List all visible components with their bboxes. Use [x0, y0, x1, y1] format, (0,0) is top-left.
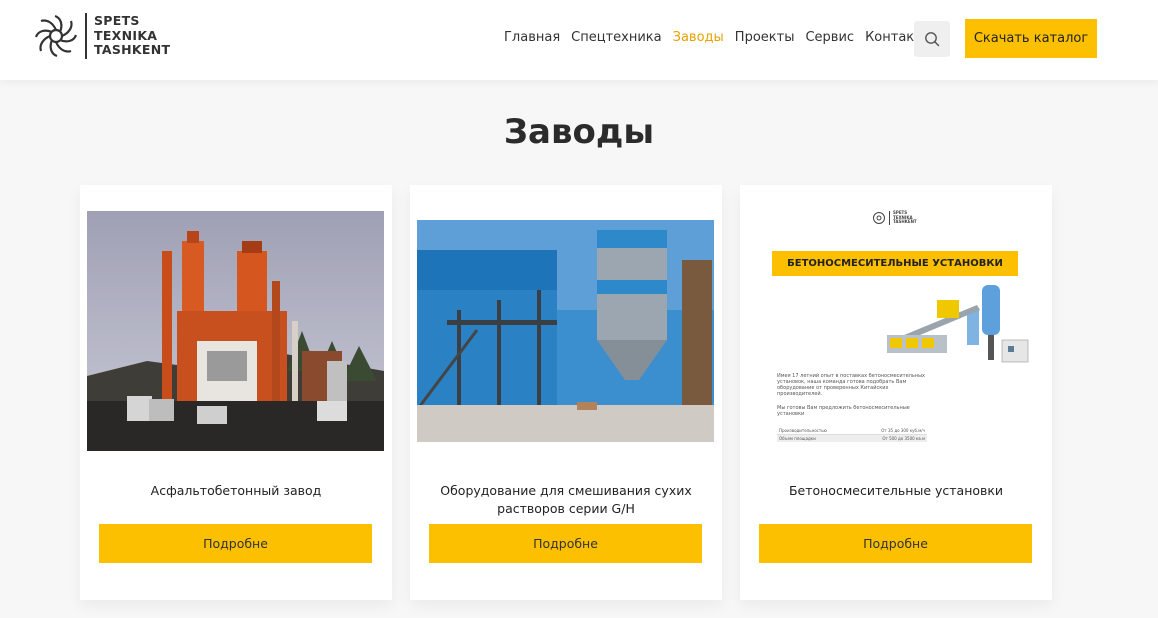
- logo-text: SPETS TEXNIKA TASHKENT: [94, 14, 170, 58]
- logo-icon: [34, 14, 78, 58]
- details-button[interactable]: Подробне: [99, 524, 372, 563]
- nav-service[interactable]: Сервис: [805, 30, 854, 45]
- search-button[interactable]: [914, 21, 950, 57]
- brochure-table-label: Производительностью: [779, 428, 827, 433]
- concrete-plant-brochure-image[interactable]: SPETS TEXNIKA TASHKENT БЕТОНОСМЕСИТЕЛЬНЫ…: [747, 205, 1044, 455]
- brochure-logo: SPETS TEXNIKA TASHKENT: [872, 210, 917, 225]
- product-card-asphalt: Асфальтобетонный завод Подробне: [80, 185, 392, 600]
- nav-projects[interactable]: Проекты: [735, 30, 795, 45]
- product-card-concrete: SPETS TEXNIKA TASHKENT БЕТОНОСМЕСИТЕЛЬНЫ…: [740, 185, 1052, 600]
- details-button[interactable]: Подробне: [429, 524, 702, 563]
- brochure-banner: БЕТОНОСМЕСИТЕЛЬНЫЕ УСТАНОВКИ: [772, 251, 1018, 276]
- brochure-table-value: От 500 до 3500 кв.м: [882, 436, 925, 441]
- card-title[interactable]: Бетоносмесительные установки: [760, 482, 1032, 500]
- brochure-text-1: Имея 17 летний опыт в поставках бетоносм…: [777, 373, 925, 397]
- download-catalog-button[interactable]: Скачать каталог: [965, 19, 1097, 58]
- brochure-table: Производительностью От 35 до 300 куб.м/ч…: [777, 427, 927, 442]
- brochure-table-value: От 35 до 300 куб.м/ч: [881, 428, 925, 433]
- card-title[interactable]: Асфальтобетонный завод: [100, 482, 372, 500]
- asphalt-plant-image[interactable]: [87, 211, 384, 451]
- brochure-table-row: Производительностью От 35 до 300 куб.м/ч: [777, 427, 927, 435]
- card-title[interactable]: Оборудование для смешивания сухих раство…: [430, 482, 702, 518]
- brochure-logo-line-3: TASHKENT: [893, 219, 917, 225]
- brochure-table-row: Объем площадки От 500 до 3500 кв.м: [777, 435, 927, 442]
- main-nav: Главная Спецтехника Заводы Проекты Серви…: [504, 30, 932, 45]
- nav-home[interactable]: Главная: [504, 30, 560, 45]
- details-button[interactable]: Подробне: [759, 524, 1032, 563]
- site-header: SPETS TEXNIKA TASHKENT Главная Спецтехни…: [0, 0, 1158, 80]
- dry-mix-plant-image[interactable]: [417, 220, 714, 442]
- logo[interactable]: SPETS TEXNIKA TASHKENT: [33, 12, 170, 60]
- logo-line-1: SPETS: [94, 13, 140, 29]
- logo-line-3: TASHKENT: [94, 42, 171, 58]
- brochure-logo-icon: [873, 212, 885, 224]
- brochure-text-2: Мы готовы Вам предложить бетоносмеситель…: [777, 405, 910, 417]
- product-card-dry-mix: Оборудование для смешивания сухих раство…: [410, 185, 722, 600]
- logo-divider: [85, 13, 87, 59]
- concrete-plant-illustration: [887, 285, 1029, 363]
- logo-line-2: TEXNIKA: [94, 27, 158, 43]
- nav-plants[interactable]: Заводы: [673, 30, 724, 45]
- search-icon: [925, 32, 940, 47]
- brochure-table-label: Объем площадки: [779, 436, 816, 441]
- nav-machinery[interactable]: Спецтехника: [571, 30, 661, 45]
- page-title: Заводы: [503, 112, 655, 152]
